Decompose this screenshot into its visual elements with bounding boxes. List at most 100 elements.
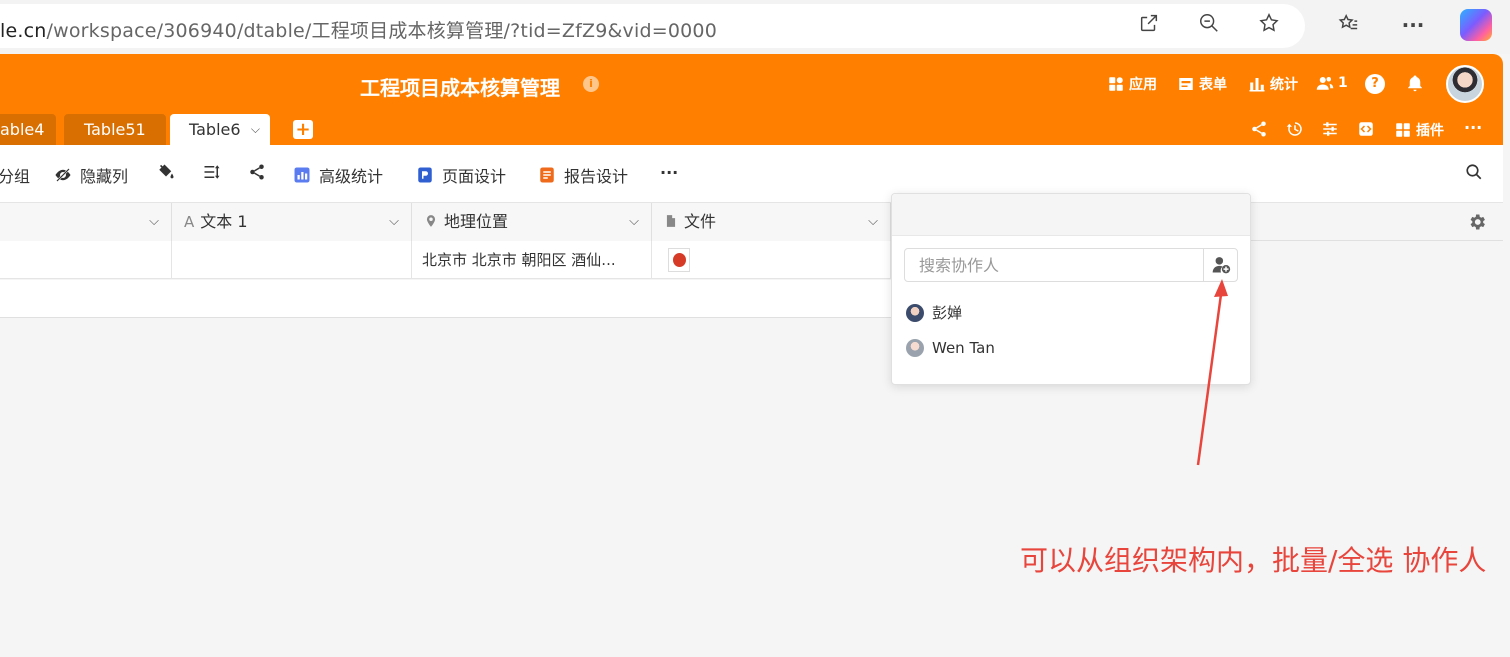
apps-label: 应用	[1129, 77, 1157, 93]
row-height-icon	[204, 165, 220, 179]
page-design-label: 页面设计	[442, 167, 507, 186]
popup-selected-area[interactable]	[892, 194, 1250, 236]
cell-location[interactable]: 北京市 北京市 朝阳区 酒仙...	[412, 241, 652, 279]
notifications-button[interactable]	[1406, 74, 1424, 92]
address-bar[interactable]: le.cn/workspace/306940/dtable/工程项目成本核算管理…	[0, 4, 1305, 48]
history-icon[interactable]	[1286, 120, 1304, 142]
row-color-button[interactable]	[157, 163, 175, 181]
annotation-arrow	[1196, 279, 1228, 466]
form-label: 表单	[1199, 77, 1227, 93]
collaborator-option[interactable]: 彭婵	[906, 302, 962, 323]
column-header-text1-label: 文本 1	[200, 212, 248, 231]
collaborator-name: 彭婵	[932, 304, 963, 322]
users-icon	[1316, 77, 1334, 90]
advanced-stats-label: 高级统计	[319, 167, 384, 186]
column-header-location-label: 地理位置	[444, 212, 509, 231]
browser-toolbar: le.cn/workspace/306940/dtable/工程项目成本核算管理…	[0, 0, 1510, 54]
column-header-location[interactable]: 地理位置 ⌵	[412, 203, 652, 241]
row-height-button[interactable]	[203, 163, 221, 181]
report-design-label: 报告设计	[564, 167, 629, 186]
column-header-1[interactable]: ⌵	[0, 203, 172, 241]
collaborator-name: Wen Tan	[932, 339, 995, 357]
favorite-star-icon[interactable]	[1256, 12, 1282, 38]
column-header-text1[interactable]: A 文本 1 ⌵	[172, 203, 412, 241]
avatar	[906, 339, 924, 357]
collaborator-option[interactable]: Wen Tan	[906, 339, 995, 357]
tab-table4[interactable]: able4	[0, 114, 57, 145]
group-label: 分组	[0, 167, 31, 186]
ppt-file-icon[interactable]	[668, 248, 690, 272]
add-row-area[interactable]	[0, 280, 891, 318]
plugins-grid-icon	[1396, 123, 1410, 137]
table-row[interactable]: 北京市 北京市 朝阳区 酒仙...	[0, 241, 891, 279]
stats-button[interactable]: 统计	[1248, 74, 1298, 94]
help-icon[interactable]: ?	[1365, 74, 1385, 94]
user-avatar[interactable]	[1446, 65, 1484, 103]
settings-gear-icon[interactable]	[1467, 212, 1487, 236]
apps-grid-icon	[1109, 77, 1123, 91]
report-design-button[interactable]: 报告设计	[538, 163, 628, 187]
url-host: le.cn	[0, 20, 47, 42]
plugins-label: 插件	[1416, 123, 1444, 139]
add-user-icon	[1212, 257, 1230, 274]
advanced-stats-button[interactable]: 高级统计	[293, 163, 383, 187]
grid-header: ⌵ A 文本 1 ⌵ 地理位置 ⌵ 文件 ⌵	[0, 203, 1503, 241]
cell-text1[interactable]	[172, 241, 412, 279]
open-in-app-icon[interactable]	[1136, 12, 1162, 38]
share-icon[interactable]	[1250, 120, 1268, 142]
page-title: 工程项目成本核算管理	[360, 76, 560, 100]
eye-off-icon	[55, 168, 71, 182]
search-button[interactable]	[1465, 163, 1483, 181]
app-header: 工程项目成本核算管理 i 应用 表单 统计 1 ? able4 Table51 …	[0, 54, 1503, 145]
paint-bucket-icon	[159, 164, 174, 179]
hide-columns-label: 隐藏列	[80, 167, 129, 186]
chevron-down-icon[interactable]: ⌵	[389, 203, 399, 241]
tab-table6[interactable]: Table6 ⌵	[170, 114, 270, 145]
advanced-stats-icon	[294, 167, 310, 183]
bar-chart-icon	[1249, 78, 1265, 92]
tab-table51[interactable]: Table51	[64, 114, 166, 145]
more-options-icon[interactable]: ···	[1464, 118, 1482, 137]
filter-settings-icon[interactable]	[1321, 120, 1339, 142]
text-type-icon: A	[184, 213, 195, 231]
chevron-down-icon[interactable]: ⌵	[629, 203, 639, 241]
embed-code-icon[interactable]	[1357, 120, 1375, 142]
form-button[interactable]: 表单	[1177, 74, 1227, 94]
add-table-button[interactable]: +	[293, 120, 313, 139]
url-text: le.cn/workspace/306940/dtable/工程项目成本核算管理…	[0, 16, 717, 43]
share-icon	[250, 164, 264, 180]
chevron-down-icon[interactable]: ⌵	[149, 203, 159, 241]
toolbar-more-button[interactable]: ···	[660, 163, 678, 182]
url-path: /workspace/306940/dtable/工程项目成本核算管理/?tid…	[46, 20, 718, 42]
stats-label: 统计	[1270, 77, 1298, 93]
tab-table6-label: Table6	[189, 120, 241, 139]
page-design-icon	[418, 167, 432, 183]
file-icon	[666, 215, 676, 227]
browser-menu-icon[interactable]: ···	[1400, 12, 1426, 38]
apps-button[interactable]: 应用	[1107, 74, 1157, 94]
hide-columns-button[interactable]: 隐藏列	[54, 163, 128, 187]
column-header-file-label: 文件	[684, 212, 717, 231]
cell-1[interactable]	[0, 241, 172, 279]
share-view-button[interactable]	[248, 163, 266, 181]
bell-icon	[1408, 75, 1422, 92]
tab-chevron-down-icon[interactable]: ⌵	[251, 114, 260, 145]
collaborators-count: 1	[1338, 75, 1348, 91]
copilot-icon[interactable]	[1460, 9, 1492, 41]
collaborators-button[interactable]: 1	[1316, 74, 1348, 92]
view-toolbar: 分组 隐藏列 高级统计 页面设计 报告设计 ···	[0, 145, 1503, 203]
favorites-list-icon[interactable]	[1335, 12, 1361, 38]
annotation-text: 可以从组织架构内，批量/全选 协作人	[1020, 544, 1487, 577]
zoom-out-icon[interactable]	[1196, 12, 1222, 38]
chevron-down-icon[interactable]: ⌵	[868, 203, 878, 241]
location-pin-icon	[426, 215, 436, 227]
search-collaborator-input[interactable]	[904, 248, 1204, 282]
group-button[interactable]: 分组	[0, 163, 30, 187]
page-design-button[interactable]: 页面设计	[416, 163, 506, 187]
report-design-icon	[540, 167, 554, 183]
column-header-file[interactable]: 文件 ⌵	[652, 203, 891, 241]
search-icon	[1466, 164, 1482, 180]
form-icon	[1179, 78, 1193, 90]
plugins-button[interactable]: 插件	[1394, 120, 1444, 140]
info-icon[interactable]: i	[583, 76, 599, 92]
